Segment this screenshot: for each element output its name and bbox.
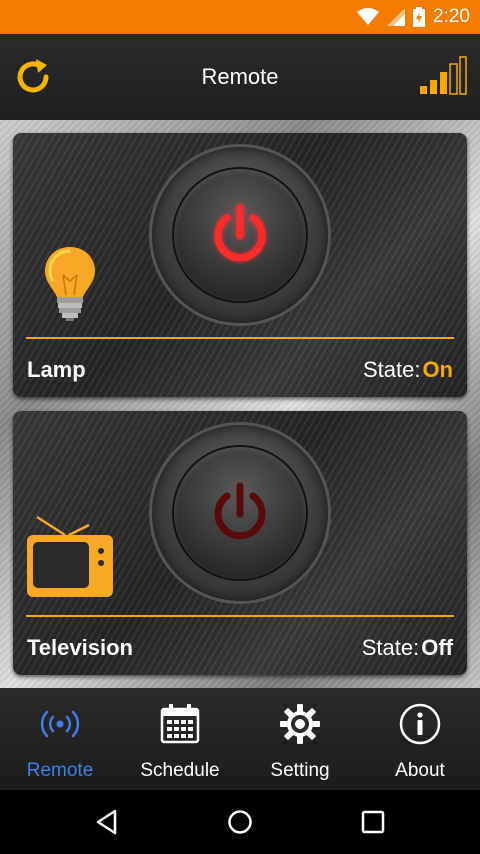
nav-item-schedule[interactable]: Schedule [120, 688, 240, 790]
device-name: Television [27, 635, 133, 660]
nav-label: About [395, 760, 445, 781]
battery-icon [413, 7, 426, 27]
remote-signal-icon [40, 710, 80, 738]
nav-label: Setting [270, 760, 330, 781]
status-bar: 2:20 [0, 0, 480, 34]
device-card-television: Television State:Off [13, 411, 467, 675]
television-icon [27, 515, 113, 597]
card-divider [26, 337, 454, 339]
power-button-face [174, 447, 306, 579]
nav-label: Schedule [140, 760, 220, 781]
nav-label: Remote [26, 760, 94, 781]
page-title: Remote [201, 64, 279, 89]
status-icons: 2:20 [357, 6, 470, 28]
status-time: 2:20 [433, 6, 470, 27]
lamp-power-button[interactable] [152, 147, 328, 323]
light-bulb-icon [45, 247, 95, 321]
state-value: On [422, 357, 453, 382]
back-icon[interactable] [93, 808, 121, 836]
nav-item-about[interactable]: About [360, 688, 480, 790]
power-icon [214, 482, 266, 540]
nav-item-setting[interactable]: Setting [240, 688, 360, 790]
cell-signal-icon [387, 8, 406, 26]
recents-icon[interactable] [359, 808, 387, 836]
power-icon [214, 204, 266, 262]
state-label: State: [361, 635, 420, 660]
system-navigation-bar [0, 790, 480, 854]
state-value: Off [421, 635, 453, 660]
card-divider [26, 615, 454, 617]
device-card-lamp: Lamp State:On [13, 133, 467, 397]
calendar-icon [160, 704, 200, 744]
home-icon[interactable] [226, 808, 254, 836]
device-list: Lamp State:On Television State:Off [0, 120, 480, 688]
power-button-face [174, 169, 306, 301]
signal-strength-icon [420, 56, 467, 95]
app-bar: Remote [0, 34, 480, 120]
nav-item-remote[interactable]: Remote [0, 688, 120, 790]
television-power-button[interactable] [152, 425, 328, 601]
device-name: Lamp [27, 357, 86, 382]
bottom-navigation: Remote Schedule Setting About [0, 688, 480, 790]
device-state: State:On [363, 357, 453, 383]
gear-icon [280, 704, 320, 744]
info-icon [399, 703, 441, 745]
wifi-icon [357, 8, 380, 25]
state-label: State: [362, 357, 421, 382]
device-state: State:Off [362, 635, 453, 661]
